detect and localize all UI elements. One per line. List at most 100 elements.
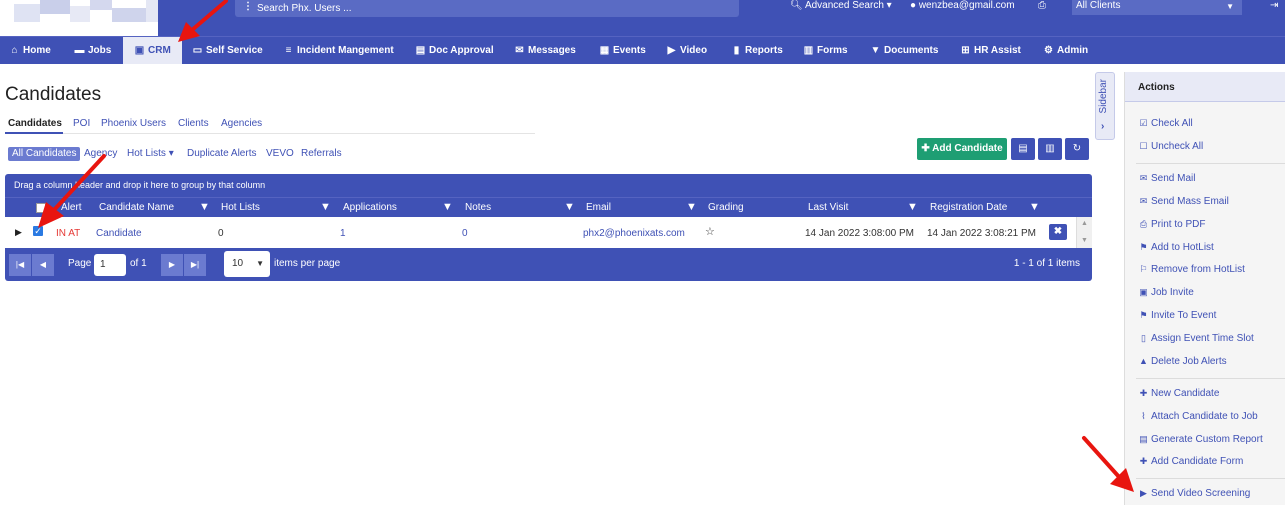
column-registration-date[interactable]: Registration Date <box>930 202 1007 213</box>
filter-icon[interactable]: ▼ <box>199 201 210 213</box>
filter-icon[interactable]: ▼ <box>442 201 453 213</box>
nav-jobs[interactable]: ▬ Jobs <box>74 37 112 64</box>
client-select-value: All Clients <box>1076 0 1121 11</box>
column-grading[interactable]: Grading <box>708 202 744 213</box>
filter-icon[interactable]: ▼ <box>686 201 697 213</box>
column-last-visit[interactable]: Last Visit <box>808 202 848 213</box>
action-new-candidate[interactable]: ✚ New Candidate <box>1138 388 1220 399</box>
tab-poi[interactable]: POI <box>73 118 90 129</box>
nav-doc-approval[interactable]: ▤ Doc Approval <box>415 37 494 64</box>
column-email[interactable]: Email <box>586 202 611 213</box>
action-add-candidate-form[interactable]: ✚ Add Candidate Form <box>1138 456 1244 467</box>
user-menu[interactable]: ● wenzbea@gmail.com <box>910 0 1015 12</box>
export-excel-button[interactable]: ▤ <box>1011 138 1035 160</box>
refresh-button[interactable]: ↻ <box>1065 138 1089 160</box>
filter-referrals[interactable]: Referrals <box>301 147 342 161</box>
applications-link[interactable]: 1 <box>340 228 346 239</box>
next-page-button[interactable]: ▶ <box>161 254 183 276</box>
column-hot-lists[interactable]: Hot Lists <box>221 202 260 213</box>
tab-agencies[interactable]: Agencies <box>221 118 262 129</box>
action-assign-event-time-slot[interactable]: ▯ Assign Event Time Slot <box>1138 333 1254 344</box>
page-size-value: 10 <box>232 258 244 269</box>
filter-duplicate-alerts[interactable]: Duplicate Alerts <box>187 147 256 161</box>
sidebar-toggle[interactable]: Sidebar › <box>1095 72 1115 140</box>
action-send-mass-email[interactable]: ✉ Send Mass Email <box>1138 196 1229 207</box>
table-row[interactable]: ▶ ✓ IN AT Candidate 0 1 0 phx2@phoenixat… <box>5 217 1092 248</box>
advanced-search-label: Advanced Search <box>804 0 884 11</box>
email-link[interactable]: phx2@phoenixats.com <box>583 228 685 239</box>
logout-icon[interactable]: ⇥ <box>1270 0 1278 12</box>
actions-panel: Actions ☑ Check All ☐ Uncheck All ✉ Send Ma… <box>1124 72 1285 505</box>
delete-row-button[interactable]: ✖ <box>1049 224 1067 240</box>
tab-clients[interactable]: Clients <box>178 118 209 129</box>
more-vertical-icon[interactable]: ⋮ <box>243 1 253 12</box>
nav-label: Home <box>23 45 51 56</box>
nav-reports[interactable]: ▮ Reports <box>731 37 783 64</box>
action-label: New Candidate <box>1151 388 1220 399</box>
nav-label: Jobs <box>88 45 112 56</box>
filter-icon[interactable]: ▼ <box>907 201 918 213</box>
registration-date-cell: 14 Jan 2022 3:08:21 PM <box>927 228 1036 239</box>
action-invite-to-event[interactable]: ⚑ Invite To Event <box>1138 310 1216 321</box>
prev-page-button[interactable]: ◀ <box>32 254 54 276</box>
tab-phoenix-users[interactable]: Phoenix Users <box>101 118 166 129</box>
action-generate-custom-report[interactable]: ▤ Generate Custom Report <box>1138 434 1262 445</box>
nav-hr-assist[interactable]: ⊞ HR Assist <box>960 37 1021 64</box>
action-print-to-pdf[interactable]: ⎙ Print to PDF <box>1138 219 1206 230</box>
action-check-all[interactable]: ☑ Check All <box>1138 118 1192 129</box>
square-icon: ☐ <box>1139 141 1148 151</box>
column-applications[interactable]: Applications <box>343 202 397 213</box>
export-pdf-button[interactable]: ▥ <box>1038 138 1062 160</box>
nav-label: Self Service <box>206 45 263 56</box>
column-candidate-name[interactable]: Candidate Name <box>99 202 174 213</box>
nav-admin[interactable]: ⚙ Admin <box>1043 37 1088 64</box>
hot-lists-cell: 0 <box>218 228 224 239</box>
nav-home[interactable]: ⌂ Home <box>9 37 51 64</box>
action-remove-from-hotlist[interactable]: ⚐ Remove from HotList <box>1138 264 1244 275</box>
filter-hot-lists[interactable]: Hot Lists ▾ <box>127 147 174 161</box>
action-delete-job-alerts[interactable]: ▲ Delete Job Alerts <box>1138 356 1227 367</box>
grading-star-icon[interactable]: ☆ <box>705 225 715 238</box>
plus-icon: ✚ <box>1139 388 1148 398</box>
last-page-button[interactable]: ▶| <box>184 254 206 276</box>
nav-messages[interactable]: ✉ Messages <box>514 37 576 64</box>
nav-label: Documents <box>884 45 939 56</box>
action-uncheck-all[interactable]: ☐ Uncheck All <box>1138 141 1203 152</box>
print-icon[interactable]: ⎙ <box>1038 0 1046 12</box>
logo[interactable] <box>0 0 158 36</box>
tab-candidates[interactable]: Candidates <box>8 118 62 129</box>
scroll-up-icon[interactable]: ▲ <box>1081 220 1088 227</box>
nav-video[interactable]: ▶ Video <box>666 37 707 64</box>
nav-documents[interactable]: ▼ Documents <box>870 37 939 64</box>
nav-incident-mangement[interactable]: ≡ Incident Mangement <box>283 37 394 64</box>
form-icon: ▥ <box>803 45 814 56</box>
filter-icon[interactable]: ▼ <box>564 201 575 213</box>
nav-events[interactable]: ▦ Events <box>599 37 646 64</box>
action-attach-candidate-to-job[interactable]: ⌇ Attach Candidate to Job <box>1138 411 1257 422</box>
advanced-search-link[interactable]: 🔍︎ Advanced Search ▾ <box>790 0 892 12</box>
action-job-invite[interactable]: ▣ Job Invite <box>1138 287 1194 298</box>
notes-link[interactable]: 0 <box>462 228 468 239</box>
action-add-to-hotlist[interactable]: ⚑ Add to HotList <box>1138 242 1213 253</box>
add-candidate-button[interactable]: ✚ Add Candidate <box>917 138 1007 160</box>
client-select[interactable]: All Clients ▼ <box>1072 0 1242 15</box>
filter-icon[interactable]: ▼ <box>320 201 331 213</box>
scroll-down-icon[interactable]: ▼ <box>1081 237 1088 244</box>
search-bar[interactable]: ⋮ <box>235 0 739 17</box>
column-notes[interactable]: Notes <box>465 202 491 213</box>
action-send-mail[interactable]: ✉ Send Mail <box>1138 173 1196 184</box>
page-size-select[interactable]: 10 ▼ <box>224 251 270 277</box>
expand-row-icon[interactable]: ▶ <box>15 227 22 238</box>
filter-vevo[interactable]: VEVO <box>266 147 294 161</box>
search-input[interactable] <box>257 0 727 17</box>
page-number-input[interactable]: 1 <box>94 254 126 276</box>
caret-down-icon: ▼ <box>256 259 264 268</box>
filter-icon[interactable]: ▼ <box>1029 201 1040 213</box>
nav-forms[interactable]: ▥ Forms <box>803 37 848 64</box>
first-page-button[interactable]: |◀ <box>9 254 31 276</box>
action-send-video-screening[interactable]: ▶ Send Video Screening <box>1138 488 1250 499</box>
nav-label: Reports <box>745 45 783 56</box>
grid-scrollbar[interactable]: ▲ ▼ <box>1076 217 1092 248</box>
divider <box>1136 478 1285 479</box>
items-per-page-label: items per page <box>274 258 341 269</box>
